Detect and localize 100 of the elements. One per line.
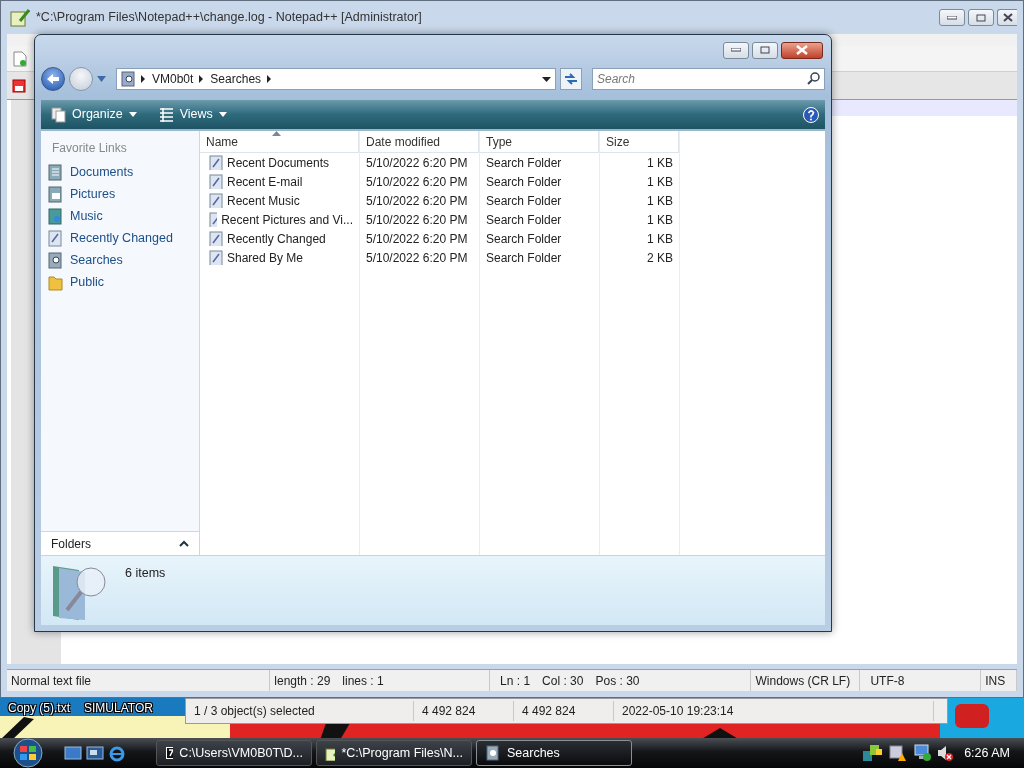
organize-button[interactable]: Organize: [47, 103, 141, 126]
clock[interactable]: 6:26 AM: [964, 743, 1010, 763]
favorite-link[interactable]: Public: [41, 271, 199, 293]
file-name[interactable]: Shared By Me: [227, 248, 304, 267]
search-folder-icon: [209, 155, 223, 170]
file-name[interactable]: Recent E-mail: [227, 172, 303, 191]
status-text: INS: [985, 672, 1006, 690]
windows-icon[interactable]: [86, 745, 104, 761]
favorite-link[interactable]: Recently Changed: [41, 227, 199, 249]
table-cell-text: 5/10/2022 6:20 PM: [366, 192, 468, 210]
breadcrumb-item[interactable]: Searches: [210, 70, 262, 88]
header-label: Date modified: [366, 133, 441, 151]
table-cell-text: 1 KB: [647, 154, 673, 172]
table-cell-text: 5/10/2022 6:20 PM: [366, 249, 468, 267]
folders-label: Folders: [51, 535, 91, 553]
table-cell-text: Search Folder: [486, 154, 562, 172]
searches-icon: [485, 745, 501, 761]
favorite-link[interactable]: Searches: [41, 249, 199, 271]
close-button[interactable]: [997, 9, 1017, 26]
collapse-icon[interactable]: [179, 540, 189, 547]
close-button[interactable]: [781, 41, 823, 59]
taskbar-button[interactable]: *C:\Program Files\N...: [316, 740, 472, 766]
file-name[interactable]: Recently Changed: [227, 229, 326, 248]
header-label: Type: [486, 133, 512, 151]
caret-icon: [128, 112, 137, 117]
desktop-icon[interactable]: [64, 745, 82, 761]
desktop-icon-label[interactable]: SIMULATOR: [84, 699, 153, 717]
dropdown-icon[interactable]: [542, 76, 551, 82]
search-folder-icon: [209, 231, 223, 246]
file-name[interactable]: Recent Music: [227, 191, 300, 210]
status-text: 2022-05-10 19:23:14: [622, 703, 734, 720]
close-icon: [796, 45, 808, 55]
minimize-button[interactable]: [939, 9, 965, 26]
notepad-icon: [10, 8, 30, 27]
status-text: UTF-8: [870, 672, 905, 690]
taskbar-button[interactable]: Searches: [476, 740, 632, 766]
chevron-icon[interactable]: [141, 75, 146, 83]
maximize-icon: [760, 46, 770, 54]
network-status-icon[interactable]: [862, 743, 885, 763]
mute-icon[interactable]: [936, 743, 955, 763]
status-text: Ln : 1: [500, 672, 531, 690]
table-cell-text: Search Folder: [486, 192, 562, 210]
browser-icon[interactable]: [108, 744, 126, 762]
network-icon[interactable]: [912, 743, 933, 763]
refresh-button[interactable]: [560, 68, 582, 90]
column-header[interactable]: Size: [600, 131, 679, 153]
address-bar[interactable]: VM0b0t Searches: [116, 68, 556, 90]
refresh-icon: [564, 73, 578, 85]
status-text: Windows (CR LF): [755, 672, 851, 690]
header-label: Name: [206, 133, 238, 151]
file-name[interactable]: Recent Pictures and Vi...: [221, 210, 353, 229]
chevron-icon[interactable]: [199, 75, 205, 83]
help-icon[interactable]: [803, 106, 819, 123]
favorite-link[interactable]: Documents: [41, 161, 199, 183]
warning-icon[interactable]: [888, 743, 909, 763]
item-count: 6 items: [125, 565, 166, 582]
table-cell-text: Search Folder: [486, 211, 562, 229]
maximize-button[interactable]: [752, 41, 778, 59]
search-icon: [807, 72, 820, 85]
favorite-link[interactable]: Music: [41, 205, 199, 227]
status-text: 1 / 3 object(s) selected: [194, 703, 315, 720]
save-icon[interactable]: [12, 78, 26, 93]
search-folder-icon: [209, 193, 223, 208]
minimize-button[interactable]: [723, 41, 749, 59]
picture-icon: [48, 185, 63, 203]
search-folder-icon: [48, 251, 63, 269]
table-cell-text: 1 KB: [647, 173, 673, 191]
maximize-icon: [976, 13, 986, 22]
chevron-icon[interactable]: [267, 75, 273, 83]
views-button[interactable]: Views: [154, 103, 231, 126]
desktop-icon-label[interactable]: Copy (5).txt: [8, 699, 70, 717]
minimize-icon: [731, 48, 741, 52]
status-text: length : 29: [274, 672, 331, 690]
table-cell-text: Search Folder: [486, 249, 562, 267]
file-name[interactable]: Recent Documents: [227, 153, 330, 172]
new-file-icon[interactable]: [13, 50, 27, 67]
table-cell-text: 1 KB: [647, 192, 673, 210]
search-folder-icon: [209, 250, 223, 265]
table-cell-text: Search Folder: [486, 173, 562, 191]
list-view-icon: [158, 106, 174, 123]
status-text: Col : 30: [542, 672, 584, 690]
back-button[interactable]: [41, 67, 65, 91]
notepad-icon: [325, 745, 336, 761]
breadcrumb-item[interactable]: VM0b0t: [152, 70, 194, 88]
search-field[interactable]: Search: [592, 68, 825, 90]
searches-icon: [121, 71, 135, 87]
table-cell-text: 5/10/2022 6:20 PM: [366, 230, 468, 248]
column-header[interactable]: Date modified: [360, 131, 479, 153]
caret-icon[interactable]: [97, 76, 106, 82]
column-header[interactable]: Name: [200, 131, 359, 153]
favorite-link[interactable]: Pictures: [41, 183, 199, 205]
music-icon: [48, 207, 63, 225]
taskbar-button[interactable]: C:\Users\VM0B0T\D...: [156, 740, 312, 766]
pages-icon: [51, 106, 66, 123]
column-header[interactable]: Type: [480, 131, 599, 153]
archive-icon: [165, 745, 174, 761]
status-text: 4 492 824: [522, 703, 576, 720]
folders-bar[interactable]: Folders: [41, 531, 199, 555]
search-folder-icon: [209, 174, 223, 189]
table-cell-text: 1 KB: [647, 230, 673, 248]
